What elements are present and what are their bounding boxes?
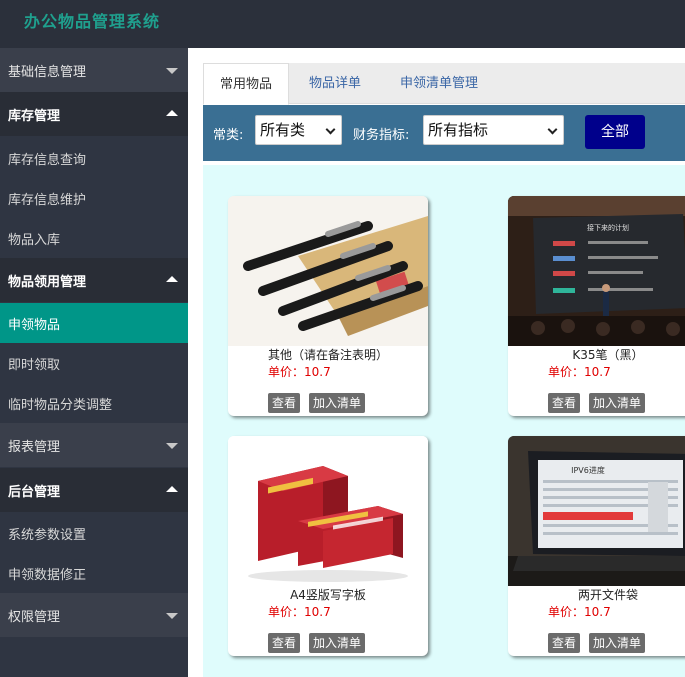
product-card: IPV6进度 两开文件袋 单价：10.7 查看 加入清单 bbox=[508, 436, 685, 656]
sidebar-item-apply-items[interactable]: 申领物品 bbox=[0, 303, 188, 343]
sidebar-group-reports[interactable]: 报表管理 bbox=[0, 423, 188, 467]
category-label: 常类: bbox=[213, 128, 244, 143]
product-card: A4竖版写字板 单价：10.7 查看 加入清单 bbox=[228, 436, 428, 656]
sidebar-item-label: 申领数据修正 bbox=[8, 567, 87, 583]
finance-label: 财务指标: bbox=[353, 128, 410, 143]
sidebar-item-temp-category[interactable]: 临时物品分类调整 bbox=[0, 383, 188, 423]
view-button[interactable]: 查看 bbox=[268, 393, 301, 413]
chevron-up-icon bbox=[166, 276, 178, 282]
sidebar-item-inventory-query[interactable]: 库存信息查询 bbox=[0, 138, 188, 178]
view-button[interactable]: 查看 bbox=[548, 393, 581, 413]
chevron-up-icon bbox=[166, 110, 178, 116]
product-card: 其他（请在备注表明） 单价：10.7 查看 加入清单 bbox=[228, 196, 428, 416]
tab-common-items[interactable]: 常用物品 bbox=[203, 63, 290, 105]
sidebar-group-basic-info[interactable]: 基础信息管理 bbox=[0, 48, 188, 92]
chevron-down-icon bbox=[166, 68, 178, 74]
category-select-value: 所有类 bbox=[260, 121, 306, 139]
sidebar-item-inventory-maintain[interactable]: 库存信息维护 bbox=[0, 178, 188, 218]
sidebar-item-label: 物品领用管理 bbox=[8, 274, 87, 290]
sidebar-item-label: 基础信息管理 bbox=[8, 64, 87, 80]
add-to-list-button[interactable]: 加入清单 bbox=[589, 633, 646, 653]
product-grid: 其他（请在备注表明） 单价：10.7 查看 加入清单 接下来的计划 K35笔（黑… bbox=[203, 165, 685, 677]
product-image[interactable] bbox=[228, 196, 428, 346]
product-name: K35笔（黑） bbox=[572, 348, 644, 362]
sidebar-item-instant-pickup[interactable]: 即时领取 bbox=[0, 343, 188, 383]
tab-apply-list[interactable]: 申领清单管理 bbox=[384, 63, 494, 104]
sidebar-item-stock-in[interactable]: 物品入库 bbox=[0, 218, 188, 258]
all-button[interactable]: 全部 bbox=[585, 115, 645, 149]
sidebar-group-permissions[interactable]: 权限管理 bbox=[0, 593, 188, 637]
product-name: A4竖版写字板 bbox=[290, 588, 366, 602]
view-button[interactable]: 查看 bbox=[548, 633, 581, 653]
product-price: 单价：10.7 bbox=[268, 605, 331, 619]
sidebar-group-backend[interactable]: 后台管理 bbox=[0, 468, 188, 512]
sidebar-group-item-usage[interactable]: 物品领用管理 bbox=[0, 258, 188, 302]
product-name: 其他（请在备注表明） bbox=[267, 348, 388, 362]
add-to-list-button[interactable]: 加入清单 bbox=[309, 393, 366, 413]
chevron-down-icon bbox=[325, 124, 336, 135]
chevron-down-icon bbox=[547, 124, 558, 135]
tab-bar: 常用物品 物品详单 申领清单管理 bbox=[203, 63, 685, 105]
product-card: 接下来的计划 K35笔（黑） 单价：10.7 查看 加入清单 bbox=[508, 196, 685, 416]
add-to-list-button[interactable]: 加入清单 bbox=[309, 633, 366, 653]
category-select[interactable]: 所有类 bbox=[255, 115, 342, 145]
sidebar-item-label: 权限管理 bbox=[8, 609, 61, 625]
sidebar-group-inventory[interactable]: 库存管理 bbox=[0, 92, 188, 136]
product-name: 两开文件袋 bbox=[577, 588, 638, 602]
tab-item-details[interactable]: 物品详单 bbox=[293, 63, 377, 104]
sidebar-item-label: 系统参数设置 bbox=[8, 527, 87, 543]
filter-bar: 常类: 所有类 财务指标: 所有指标 全部 bbox=[203, 105, 685, 161]
view-button[interactable]: 查看 bbox=[268, 633, 301, 653]
app-title: 办公物品管理系统 bbox=[24, 12, 161, 31]
slide-title: 接下来的计划 bbox=[587, 223, 629, 232]
sidebar: 基础信息管理 库存管理 库存信息查询 库存信息维护 物品入库 物品领用管理 申领… bbox=[0, 48, 188, 677]
sidebar-item-system-params[interactable]: 系统参数设置 bbox=[0, 513, 188, 553]
product-price: 单价：10.7 bbox=[548, 605, 611, 619]
product-image[interactable]: IPV6进度 bbox=[508, 436, 685, 586]
sidebar-item-label: 后台管理 bbox=[8, 484, 61, 500]
main-content: 常用物品 物品详单 申领清单管理 常类: 所有类 财务指标: 所有指标 全部 其… bbox=[188, 48, 685, 677]
sidebar-item-label: 库存信息维护 bbox=[8, 192, 87, 208]
chevron-up-icon bbox=[166, 486, 178, 492]
chevron-down-icon bbox=[166, 613, 178, 619]
chevron-down-icon bbox=[166, 443, 178, 449]
sidebar-item-label: 库存信息查询 bbox=[8, 152, 87, 168]
finance-select[interactable]: 所有指标 bbox=[423, 115, 564, 145]
product-image[interactable]: 接下来的计划 bbox=[508, 196, 685, 346]
product-price: 单价：10.7 bbox=[268, 365, 331, 379]
sidebar-item-label: 物品入库 bbox=[8, 232, 61, 248]
sidebar-item-label: 临时物品分类调整 bbox=[8, 397, 113, 413]
finance-select-value: 所有指标 bbox=[428, 121, 489, 139]
product-price: 单价：10.7 bbox=[548, 365, 611, 379]
add-to-list-button[interactable]: 加入清单 bbox=[589, 393, 646, 413]
sidebar-item-data-correction[interactable]: 申领数据修正 bbox=[0, 553, 188, 593]
sidebar-item-label: 即时领取 bbox=[8, 357, 61, 373]
laptop-screen-title: IPV6进度 bbox=[571, 465, 605, 475]
sidebar-item-label: 报表管理 bbox=[8, 439, 61, 455]
sidebar-item-label: 库存管理 bbox=[8, 108, 61, 124]
sidebar-item-label: 申领物品 bbox=[8, 317, 61, 333]
product-image[interactable] bbox=[228, 436, 428, 586]
top-bar: 办公物品管理系统 bbox=[0, 0, 685, 48]
